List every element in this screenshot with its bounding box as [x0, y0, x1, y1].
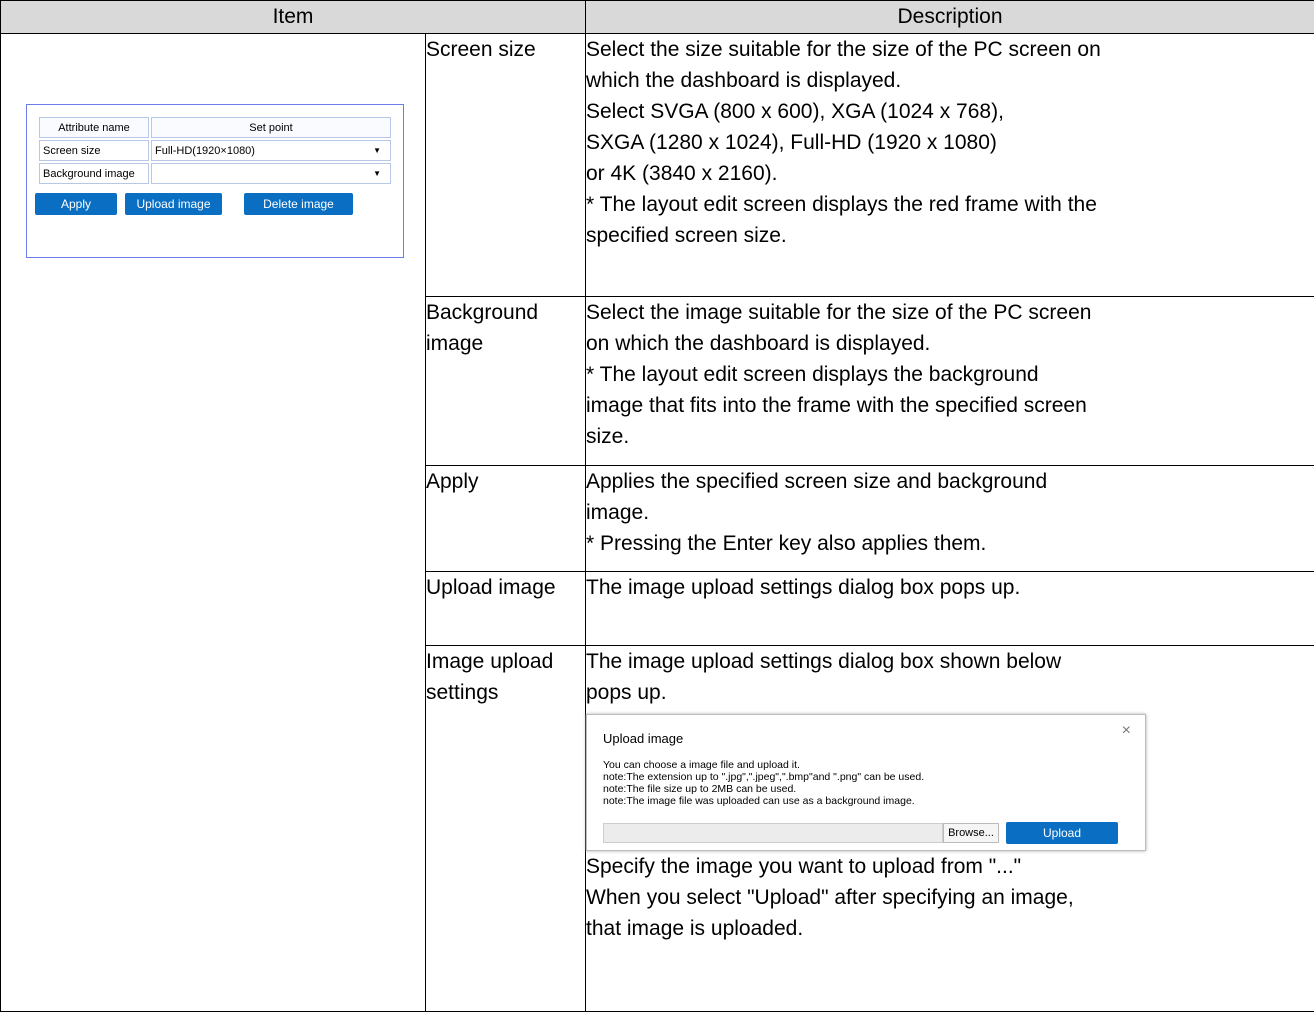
settings-panel-grid: Attribute name Set point Screen size Ful… — [37, 115, 393, 186]
desc-line: pops up. — [586, 681, 667, 704]
screen-size-value: Full-HD(1920×1080) — [155, 144, 255, 157]
desc-line: The image upload settings dialog box sho… — [586, 650, 1062, 673]
dropdown-caret-icon: ▼ — [373, 146, 381, 155]
desc-line: The image upload settings dialog box pop… — [586, 576, 1021, 599]
item-background-image: Background image — [425, 296, 586, 466]
desc-image-upload-settings: The image upload settings dialog box sho… — [585, 645, 1314, 1012]
desc-line: When you select "Upload" after specifyin… — [586, 886, 1074, 909]
header-row: Item Description — [0, 0, 1314, 34]
desc-line: or 4K (3840 x 2160). — [586, 162, 778, 185]
desc-background-image: Select the image suitable for the size o… — [585, 296, 1314, 466]
desc-line: Select the size suitable for the size of… — [586, 38, 1101, 61]
desc-line: Applies the specified screen size and ba… — [586, 470, 1048, 493]
table-row: Attribute name Set point Screen size Ful… — [0, 33, 1314, 1012]
item-screen-size: Screen size — [425, 33, 586, 297]
settings-panel-thumbnail: Attribute name Set point Screen size Ful… — [26, 104, 404, 258]
panel-background-label: Background image — [39, 163, 149, 184]
apply-button[interactable]: Apply — [35, 193, 117, 215]
upload-dialog-thumbnail: Upload image × You can choose a image fi… — [586, 714, 1146, 851]
panel-col-attr: Attribute name — [39, 117, 149, 138]
desc-screen-size: Select the size suitable for the size of… — [585, 33, 1314, 297]
header-item: Item — [0, 0, 586, 34]
desc-line: size. — [586, 425, 630, 448]
dropdown-caret-icon: ▼ — [373, 169, 381, 178]
dialog-note: note:The extension up to ".jpg",".jpeg",… — [603, 771, 925, 783]
desc-line: * The layout edit screen displays the ba… — [586, 363, 1039, 386]
screen-size-select[interactable]: Full-HD(1920×1080) ▼ — [151, 140, 391, 161]
dialog-note: You can choose a image file and upload i… — [603, 759, 800, 771]
panel-screen-size-label: Screen size — [39, 140, 149, 161]
description-table: Item Description Attribute name Set poin… — [0, 0, 1314, 1012]
desc-line: SXGA (1280 x 1024), Full-HD (1920 x 1080… — [586, 131, 997, 154]
dialog-notes: You can choose a image file and upload i… — [603, 759, 924, 807]
dialog-note: note:The image file was uploaded can use… — [603, 795, 915, 807]
dialog-title: Upload image — [603, 731, 684, 746]
item-apply: Apply — [425, 465, 586, 572]
desc-upload-image: The image upload settings dialog box pop… — [585, 571, 1314, 646]
file-path-input[interactable] — [603, 823, 943, 843]
desc-line: on which the dashboard is displayed. — [586, 332, 931, 355]
browse-button[interactable]: Browse... — [943, 823, 999, 843]
desc-line: that image is uploaded. — [586, 917, 804, 940]
upload-button[interactable]: Upload — [1006, 822, 1118, 844]
desc-line: image. — [586, 501, 650, 524]
panel-col-set: Set point — [151, 117, 391, 138]
close-icon[interactable]: × — [1122, 723, 1131, 739]
screenshot-cell: Attribute name Set point Screen size Ful… — [0, 33, 426, 1012]
desc-line: image that fits into the frame with the … — [586, 394, 1087, 417]
item-image-upload-settings: Image upload settings — [425, 645, 586, 1012]
delete-image-button[interactable]: Delete image — [244, 193, 353, 215]
upload-image-button[interactable]: Upload image — [125, 193, 222, 215]
desc-line: Select the image suitable for the size o… — [586, 301, 1092, 324]
desc-line: Specify the image you want to upload fro… — [586, 855, 1022, 878]
desc-line: * The layout edit screen displays the re… — [586, 193, 1097, 216]
header-description: Description — [585, 0, 1314, 34]
desc-apply: Applies the specified screen size and ba… — [585, 465, 1314, 572]
dialog-note: note:The file size up to 2MB can be used… — [603, 783, 797, 795]
desc-line: specified screen size. — [586, 224, 787, 247]
desc-line: which the dashboard is displayed. — [586, 69, 902, 92]
item-upload-image: Upload image — [425, 571, 586, 646]
desc-line: Select SVGA (800 x 600), XGA (1024 x 768… — [586, 100, 1004, 123]
desc-line: * Pressing the Enter key also applies th… — [586, 532, 987, 555]
background-image-select[interactable]: ▼ — [151, 163, 391, 184]
